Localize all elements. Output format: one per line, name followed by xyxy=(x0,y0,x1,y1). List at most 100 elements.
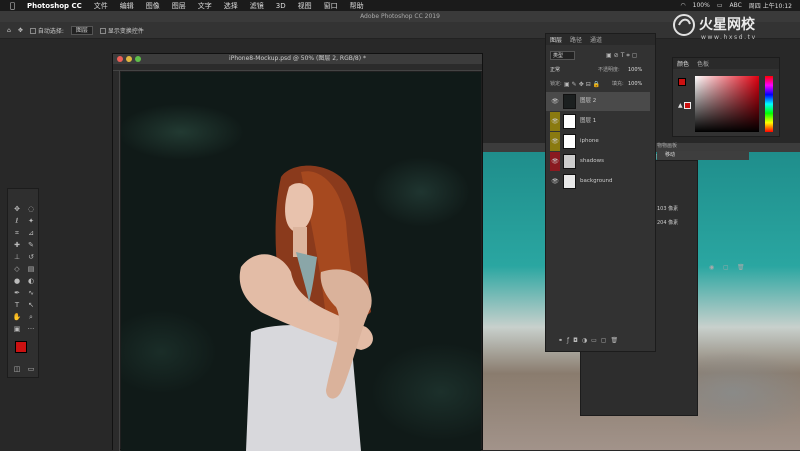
tab-layers[interactable]: 图层 xyxy=(546,35,566,44)
tab-color[interactable]: 颜色 xyxy=(673,59,693,68)
pen-tool-icon[interactable]: ✒ xyxy=(12,288,22,298)
blend-mode-dropdown[interactable]: 正常 xyxy=(550,66,590,75)
visibility-eye-icon[interactable]: 👁 xyxy=(550,112,560,131)
visibility-eye-icon[interactable]: 👁 xyxy=(550,92,560,111)
menu-help[interactable]: 帮助 xyxy=(350,1,364,11)
opacity-value[interactable]: 100% xyxy=(628,66,642,75)
tab-paths[interactable]: 路径 xyxy=(566,35,586,44)
pen-curve-icon[interactable]: ∿ xyxy=(26,288,36,298)
healing-brush-icon[interactable]: ✚ xyxy=(12,240,22,250)
crop-tool-icon[interactable]: ⌗ xyxy=(12,228,22,238)
lock-icons[interactable]: ▣✎✥⊟🔒 xyxy=(564,80,602,89)
edit-toolbar-icon[interactable]: ▣ xyxy=(12,324,22,334)
layer-row[interactable]: 👁 图层 1 xyxy=(546,112,650,131)
show-transform-group: 显示变换控件 xyxy=(99,26,144,35)
layer-footer-icons[interactable]: ⚭ƒ◘◑▭▢🗑 xyxy=(558,337,622,344)
brush-tool-icon[interactable]: ✎ xyxy=(26,240,36,250)
filter-icons[interactable]: ▣⊘T⌗▢ xyxy=(606,52,639,60)
opacity-label: 不透明度: xyxy=(598,67,620,73)
layers-panel: 图层 路径 通道 类型 ▣⊘T⌗▢ 正常 不透明度: 100% 锁定: ▣✎✥⊟… xyxy=(545,33,656,352)
visibility-eye-icon[interactable]: 👁 xyxy=(550,152,560,171)
auto-select-dropdown[interactable]: 图层 xyxy=(70,25,93,35)
auto-select-checkbox[interactable] xyxy=(29,28,36,34)
history-brush-icon[interactable]: ↺ xyxy=(26,252,36,262)
menu-file[interactable]: 文件 xyxy=(94,1,108,11)
path-select-icon[interactable]: ↖ xyxy=(26,300,36,310)
eyedropper-icon[interactable]: ⊿ xyxy=(26,228,36,238)
color-field[interactable] xyxy=(695,76,759,132)
wifi-icon[interactable]: ◠ xyxy=(680,2,685,9)
menu-view[interactable]: 视图 xyxy=(298,1,312,11)
props-item-2[interactable]: 移动 xyxy=(657,151,749,160)
menu-edit[interactable]: 编辑 xyxy=(120,1,134,11)
layer-row[interactable]: 👁 background xyxy=(546,172,650,191)
menu-3d[interactable]: 3D xyxy=(276,2,286,10)
menu-image[interactable]: 图像 xyxy=(146,1,160,11)
dodge-tool-icon[interactable]: ◐ xyxy=(26,276,36,286)
screen-mode-icon[interactable]: ▭ xyxy=(26,364,36,374)
show-transform-checkbox[interactable] xyxy=(99,28,106,34)
app-menu[interactable]: Photoshop CC xyxy=(27,2,82,10)
gradient-tool-icon[interactable]: ▤ xyxy=(26,264,36,274)
canvas-photo[interactable] xyxy=(121,72,481,451)
hue-slider[interactable] xyxy=(765,76,773,132)
layer-row[interactable]: 👁 iphone xyxy=(546,132,650,151)
warning-icon: ▲ xyxy=(678,102,683,109)
minimize-icon[interactable] xyxy=(126,56,132,62)
visibility-eye-icon[interactable]: 👁 xyxy=(550,172,560,191)
battery-level[interactable]: 100% xyxy=(693,2,710,9)
vertical-ruler[interactable] xyxy=(113,71,120,451)
foreground-color-swatch[interactable] xyxy=(15,341,27,353)
props-item-1[interactable]: 物物画板 xyxy=(657,142,677,149)
clock[interactable]: 周四 上午10:12 xyxy=(749,1,792,10)
color-panel: 颜色 色板 ▲ xyxy=(672,57,780,137)
document-titlebar[interactable]: iPhone8-Mockup.psd @ 50% (图层 2, RGB/8) * xyxy=(113,54,482,64)
lasso-tool-icon[interactable]: ℓ xyxy=(12,216,22,226)
magic-wand-icon[interactable]: ✦ xyxy=(26,216,36,226)
tab-channels[interactable]: 通道 xyxy=(586,35,606,44)
hand-tool-icon[interactable]: ✋ xyxy=(12,312,22,322)
apple-icon[interactable]:  xyxy=(10,1,18,10)
visibility-eye-icon[interactable]: 👁 xyxy=(550,132,560,151)
woman-figure xyxy=(239,165,373,451)
menu-type[interactable]: 文字 xyxy=(198,1,212,11)
quick-mask-icon[interactable]: ◫ xyxy=(12,364,22,374)
kind-filter[interactable]: 类型 xyxy=(550,51,575,60)
fg-swatch-small[interactable] xyxy=(678,78,686,86)
eraser-icon[interactable]: ◇ xyxy=(12,264,22,274)
more-tools-icon[interactable]: ··· xyxy=(26,324,36,334)
layer-row[interactable]: 👁 图层 2 xyxy=(546,92,650,111)
tab-swatches[interactable]: 色板 xyxy=(693,59,713,68)
menu-filter[interactable]: 滤镜 xyxy=(250,1,264,11)
close-icon[interactable] xyxy=(117,56,123,62)
watermark-brand: 火星网校 xyxy=(699,16,756,33)
move-tool-icon[interactable]: ✥ xyxy=(12,204,22,214)
marquee-tool-icon[interactable]: ◌ xyxy=(26,204,36,214)
stamp-tool-icon[interactable]: ⊥ xyxy=(12,252,22,262)
zoom-tool-icon[interactable]: ⌕ xyxy=(26,312,36,322)
blur-tool-icon[interactable]: ● xyxy=(12,276,22,286)
trash-icon[interactable]: 🗑 xyxy=(737,264,745,271)
layer-row[interactable]: 👁 shadows xyxy=(546,152,650,171)
home-icon[interactable]: ⌂ xyxy=(7,27,11,34)
menu-layer[interactable]: 图层 xyxy=(172,1,186,11)
input-source[interactable]: ABC xyxy=(729,2,741,9)
layer-name: 图层 1 xyxy=(580,118,597,124)
type-tool-icon[interactable]: T xyxy=(12,300,22,310)
menu-select[interactable]: 选择 xyxy=(224,1,238,11)
layers-panel-tabs: 图层 路径 通道 xyxy=(546,34,655,45)
zoom-icon[interactable] xyxy=(135,56,141,62)
status-area: ◠ 100% ▭ ABC 周四 上午10:12 xyxy=(680,0,800,11)
battery-icon[interactable]: ▭ xyxy=(717,2,723,9)
move-tool-icon[interactable]: ✥ xyxy=(18,27,23,34)
camera-icon[interactable]: ◉ xyxy=(709,264,714,271)
fill-value[interactable]: 100% xyxy=(628,80,642,89)
menu-window[interactable]: 窗口 xyxy=(324,1,338,11)
web-safe-swatch[interactable] xyxy=(684,102,691,109)
layer-name: iphone xyxy=(580,138,599,144)
watermark-logo: 火星网校 www.hxsd.tv xyxy=(672,12,800,42)
layer-thumbnail xyxy=(563,154,576,169)
new-icon[interactable]: ▢ xyxy=(723,264,729,271)
horizontal-ruler[interactable] xyxy=(113,64,482,71)
layer-thumbnail xyxy=(563,114,576,129)
